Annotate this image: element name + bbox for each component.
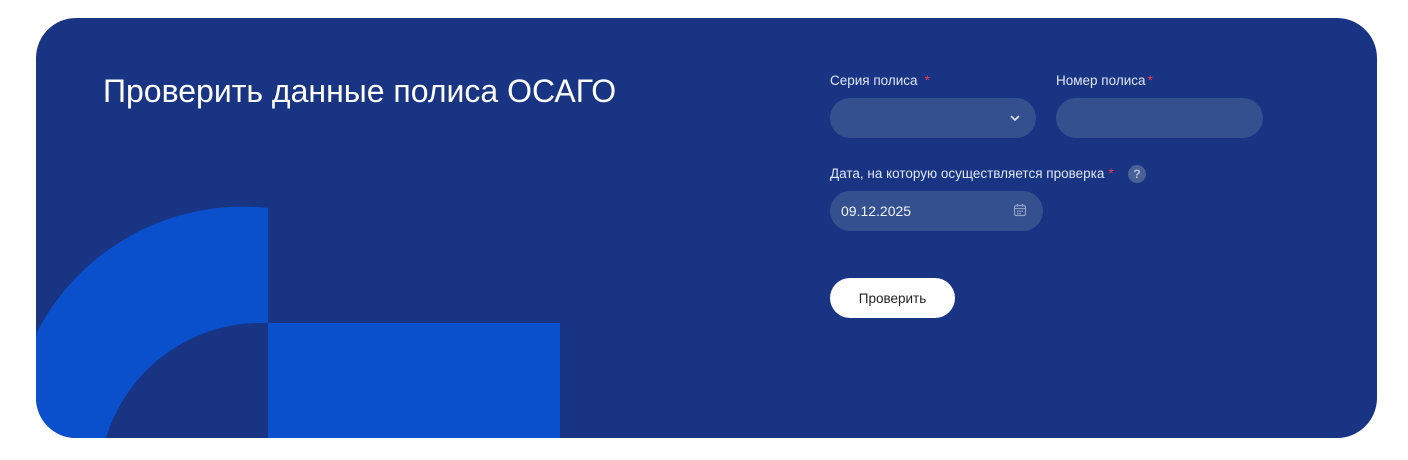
check-button[interactable]: Проверить — [830, 278, 955, 318]
series-field-label: Серия полиса * — [830, 73, 930, 89]
number-label-text: Номер полиса — [1056, 73, 1146, 88]
series-select[interactable] — [830, 98, 1036, 138]
date-required-mark: * — [1108, 166, 1114, 181]
series-required-mark: * — [924, 73, 930, 88]
number-input[interactable] — [1056, 98, 1263, 138]
page-title: Проверить данные полиса ОСАГО — [103, 73, 617, 109]
date-field-label: Дата, на которую осуществляется проверка… — [830, 166, 1114, 182]
number-field-label: Номер полиса * — [1056, 73, 1153, 89]
decor-quarter-circle — [36, 206, 268, 438]
date-input[interactable]: 09.12.2025 — [830, 191, 1043, 231]
date-label-text: Дата, на которую осуществляется проверка — [830, 166, 1105, 181]
series-label-text: Серия полиса — [830, 73, 918, 88]
number-required-mark: * — [1147, 73, 1153, 88]
decor-inner-arc — [106, 322, 268, 438]
chevron-down-icon — [1010, 115, 1020, 121]
calendar-icon[interactable] — [1013, 203, 1027, 217]
date-input-value: 09.12.2025 — [841, 203, 912, 219]
policy-check-card: Проверить данные полиса ОСАГО Серия поли… — [36, 18, 1377, 438]
question-icon[interactable]: ? — [1128, 165, 1146, 183]
decor-square — [268, 323, 560, 438]
